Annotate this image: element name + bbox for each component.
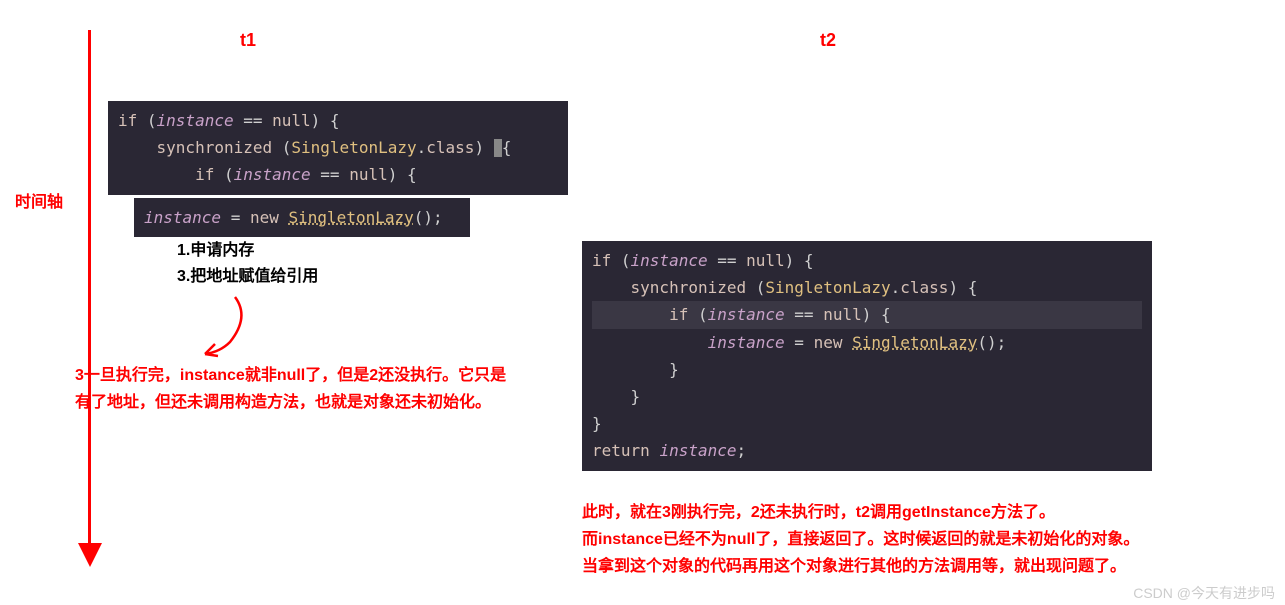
t1-explanation-line1: 3一旦执行完，instance就非null了，但是2还没执行。它只是 bbox=[75, 362, 575, 389]
timeline-arrow-line bbox=[88, 30, 91, 547]
ident-instance: instance bbox=[708, 333, 785, 352]
cursor-icon bbox=[494, 139, 502, 157]
timeline-axis-label: 时间轴 bbox=[15, 188, 63, 212]
keyword-null: null bbox=[746, 251, 785, 270]
class-singletonlazy: SingletonLazy bbox=[289, 208, 414, 227]
step-3-text: 3.把地址赋值给引用 bbox=[177, 264, 318, 290]
keyword-null: null bbox=[349, 165, 388, 184]
step-notes: 1.申请内存 3.把地址赋值给引用 bbox=[177, 238, 318, 289]
class-singletonlazy: SingletonLazy bbox=[852, 333, 977, 352]
keyword-synchronized: synchronized bbox=[631, 278, 747, 297]
ident-instance: instance bbox=[234, 165, 311, 184]
keyword-if: if bbox=[195, 165, 214, 184]
t2-explanation-line3: 当拿到这个对象的代码再用这个对象进行其他的方法调用等，就出现问题了。 bbox=[582, 553, 1262, 580]
column-t2-label: t2 bbox=[820, 30, 836, 51]
watermark-text: CSDN @今天有进步吗 bbox=[1133, 583, 1275, 603]
code-block-t2: if (instance == null) { synchronized (Si… bbox=[582, 241, 1152, 471]
keyword-synchronized: synchronized bbox=[157, 138, 273, 157]
hand-drawn-arrow-icon bbox=[190, 292, 270, 362]
column-t1-label: t1 bbox=[240, 30, 256, 51]
t2-explanation-text: 此时，就在3刚执行完，2还未执行时，t2调用getInstance方法了。 而i… bbox=[582, 499, 1262, 581]
ident-instance: instance bbox=[157, 111, 234, 130]
timeline-arrow-head bbox=[78, 543, 102, 567]
keyword-null: null bbox=[272, 111, 311, 130]
t2-explanation-line1: 此时，就在3刚执行完，2还未执行时，t2调用getInstance方法了。 bbox=[582, 499, 1262, 526]
ident-instance: instance bbox=[144, 208, 221, 227]
step-1-text: 1.申请内存 bbox=[177, 238, 318, 264]
ident-instance: instance bbox=[631, 251, 708, 270]
t1-explanation-line2: 有了地址，但还未调用构造方法，也就是对象还未初始化。 bbox=[75, 389, 575, 416]
t1-explanation-text: 3一旦执行完，instance就非null了，但是2还没执行。它只是 有了地址，… bbox=[75, 362, 575, 416]
code-block-t1-assign: instance = new SingletonLazy(); bbox=[134, 198, 470, 237]
t2-explanation-line2: 而instance已经不为null了，直接返回了。这时候返回的就是未初始化的对象… bbox=[582, 526, 1262, 553]
keyword-class: class bbox=[426, 138, 474, 157]
ident-instance: instance bbox=[708, 305, 785, 324]
code-block-t1-check: if (instance == null) { synchronized (Si… bbox=[108, 101, 568, 195]
keyword-class: class bbox=[900, 278, 948, 297]
keyword-new: new bbox=[250, 208, 279, 227]
class-singletonlazy: SingletonLazy bbox=[765, 278, 890, 297]
class-singletonlazy: SingletonLazy bbox=[291, 138, 416, 157]
keyword-null: null bbox=[823, 305, 862, 324]
keyword-if: if bbox=[669, 305, 688, 324]
ident-instance: instance bbox=[659, 441, 736, 460]
keyword-return: return bbox=[592, 441, 650, 460]
keyword-new: new bbox=[814, 333, 843, 352]
keyword-if: if bbox=[118, 111, 137, 130]
keyword-if: if bbox=[592, 251, 611, 270]
